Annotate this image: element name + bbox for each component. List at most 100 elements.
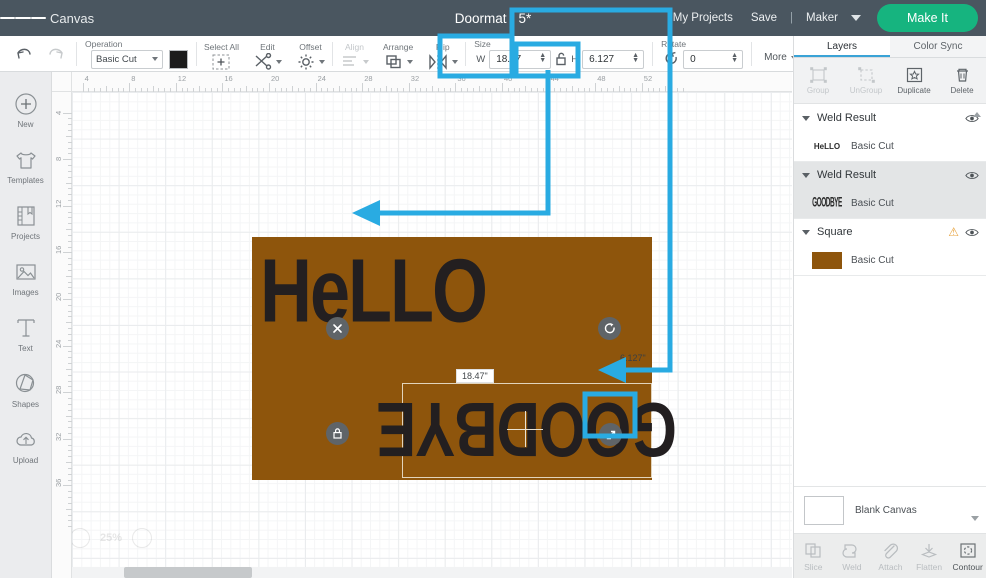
ruler-minor-tick [66, 229, 72, 231]
layer-item[interactable]: HeLLO Basic Cut [794, 131, 986, 161]
arrange-button[interactable]: Arrange [376, 36, 420, 72]
design-canvas[interactable]: HeLLO GOODBYE 18.47" 6.127" 25% 4 8 12 1… [52, 72, 792, 578]
ungroup-button[interactable]: UnGroup [842, 58, 890, 103]
offset-icon [298, 54, 314, 69]
sidebar-item-upload[interactable]: Upload [0, 418, 52, 474]
ruler-major-tick [548, 83, 550, 92]
rotate-input[interactable]: 0 ▲ ▼ [683, 49, 744, 69]
zoom-out-icon[interactable] [70, 528, 90, 548]
height-dimension-badge: 6.127" [620, 353, 646, 363]
rotate-stepper[interactable]: ▲ ▼ [731, 52, 738, 64]
lock-open-icon[interactable] [553, 51, 569, 67]
ruler-tick-label: 16 [224, 74, 233, 83]
tab-layers[interactable]: Layers [794, 36, 890, 57]
delete-button[interactable]: Delete [938, 58, 986, 103]
ruler-major-tick [222, 83, 224, 92]
hamburger-icon[interactable] [0, 15, 46, 22]
attach-button[interactable]: Attach [871, 534, 910, 578]
shape-tools-bar: Slice Weld Attach Flatten Contour [794, 533, 986, 578]
edit-button[interactable]: Edit [246, 36, 289, 72]
sidebar-item-text[interactable]: Text [0, 306, 52, 362]
offset-button[interactable]: Offset [289, 36, 332, 72]
color-swatch[interactable] [169, 49, 188, 69]
zoom-control[interactable]: 25% [70, 528, 153, 548]
width-stepper[interactable]: ▲ ▼ [539, 52, 546, 64]
flip-button[interactable]: Flip [420, 36, 465, 72]
ruler-tick-label: 20 [271, 74, 280, 83]
chevron-down-icon[interactable] [851, 15, 861, 21]
ruler-minor-tick [94, 88, 96, 92]
layers-list[interactable]: Weld Result HeLLO Basic Cut Weld Result [794, 105, 986, 523]
height-stepper[interactable]: ▲ ▼ [632, 52, 639, 64]
operation-select[interactable]: Basic Cut [91, 49, 163, 69]
flatten-button[interactable]: Flatten [910, 534, 949, 578]
ruler-tick-label: 32 [410, 74, 420, 83]
sidebar-item-images[interactable]: Images [0, 250, 52, 306]
height-input[interactable]: 6.127 ▲ ▼ [582, 49, 645, 69]
ruler-minor-tick [484, 88, 486, 92]
machine-selector[interactable]: Maker [797, 12, 847, 24]
layer-item[interactable]: GOODBYE Basic Cut [794, 188, 986, 218]
save-button[interactable]: Save [742, 12, 786, 24]
slice-button[interactable]: Slice [794, 534, 833, 578]
ruler-minor-tick [350, 88, 352, 92]
ruler-minor-tick [66, 322, 72, 324]
canvas-color-swatch[interactable] [804, 495, 844, 525]
sidebar-item-shapes[interactable]: Shapes [0, 362, 52, 418]
scrollbar-thumb[interactable] [124, 567, 252, 578]
make-it-button[interactable]: Make It [877, 4, 978, 32]
ruler-minor-tick [88, 88, 90, 92]
select-all-button[interactable]: Select All [197, 36, 246, 72]
ruler-minor-tick [68, 176, 72, 178]
sidebar-item-projects[interactable]: Projects [0, 194, 52, 250]
tab-color-sync[interactable]: Color Sync [890, 36, 986, 57]
align-icon [342, 55, 356, 66]
ruler-major-tick [63, 438, 72, 440]
layer-header[interactable]: Weld Result [794, 105, 986, 131]
zoom-in-icon[interactable] [132, 528, 153, 548]
ruler-minor-tick [68, 147, 72, 149]
chevron-down-icon[interactable] [802, 115, 810, 121]
layer-header[interactable]: Square ⚠ [794, 219, 986, 245]
sidebar-item-new[interactable]: New [0, 82, 52, 138]
redo-icon[interactable] [46, 46, 66, 62]
ruler-major-tick [641, 83, 643, 92]
rotate-handle[interactable] [598, 317, 621, 340]
delete-handle[interactable] [326, 317, 349, 340]
duplicate-button[interactable]: Duplicate [890, 58, 938, 103]
layer-header[interactable]: Weld Result [794, 162, 986, 188]
selection-center-crosshair [525, 411, 526, 447]
group-button[interactable]: Group [794, 58, 842, 103]
ruler-minor-tick [181, 88, 183, 92]
layer-group[interactable]: Square ⚠ Basic Cut [794, 219, 986, 276]
hello-text-object[interactable]: HeLLO [260, 240, 488, 343]
undo-icon[interactable] [14, 46, 34, 62]
layer-name: Weld Result [817, 112, 877, 124]
ruler-minor-tick [263, 88, 265, 92]
more-button[interactable]: More [752, 52, 797, 63]
warning-icon[interactable]: ⚠ [948, 225, 959, 239]
width-input[interactable]: 18.47 ▲ ▼ [489, 49, 552, 69]
contour-button[interactable]: Contour [948, 534, 986, 578]
lock-handle[interactable] [326, 422, 349, 445]
weld-button[interactable]: Weld [833, 534, 872, 578]
my-projects-link[interactable]: My Projects [664, 12, 742, 24]
horizontal-scrollbar[interactable] [72, 567, 792, 578]
ruler-minor-tick [68, 427, 72, 429]
resize-handle[interactable] [599, 423, 622, 446]
ruler-minor-tick [68, 165, 72, 167]
layer-group[interactable]: Weld Result GOODBYE Basic Cut [794, 162, 986, 219]
layer-group[interactable]: Weld Result HeLLO Basic Cut [794, 105, 986, 162]
eye-icon[interactable] [965, 227, 979, 238]
chevron-down-icon[interactable] [802, 229, 810, 235]
scroll-up-arrow[interactable] [973, 112, 981, 117]
eye-icon[interactable] [965, 170, 979, 181]
ruler-major-tick [269, 83, 270, 92]
chevron-down-icon[interactable] [802, 172, 810, 178]
align-button: Align [333, 36, 376, 72]
ruler-minor-tick [169, 88, 171, 92]
layer-item[interactable]: Basic Cut [794, 245, 986, 275]
sidebar-item-templates[interactable]: Templates [0, 138, 52, 194]
ruler-minor-tick [68, 264, 72, 266]
canvas-setting-row[interactable]: Blank Canvas [794, 487, 986, 533]
